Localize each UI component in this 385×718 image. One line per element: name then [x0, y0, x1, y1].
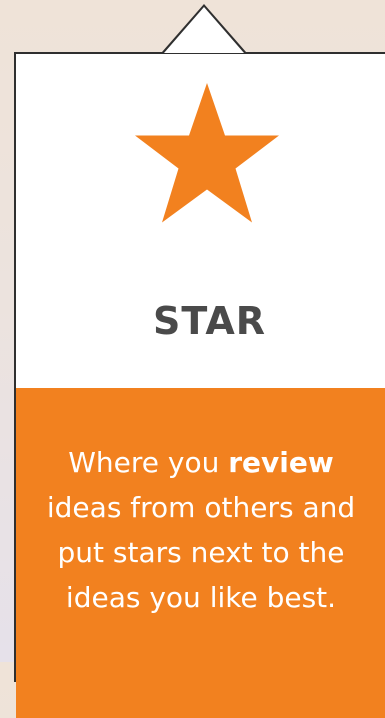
description-line-3: put stars next to the: [57, 536, 345, 569]
card-pointer: [164, 7, 244, 53]
star-info-card: STAR Where you review ideas from others …: [14, 4, 385, 718]
description-line-2: ideas from others and: [46, 491, 356, 524]
card-title: STAR: [153, 299, 267, 343]
description-line-1-prefix: Where you: [68, 446, 229, 479]
description-line-1: Where you review: [16, 440, 385, 485]
star-icon: [135, 83, 279, 223]
description-panel: Where you review ideas from others and p…: [16, 388, 385, 718]
description-emphasis: review: [228, 446, 334, 479]
card-body: STAR Where you review ideas from others …: [14, 52, 385, 718]
card-description: Where you review ideas from others and p…: [16, 440, 385, 620]
description-line-4: ideas you like best.: [65, 581, 337, 614]
